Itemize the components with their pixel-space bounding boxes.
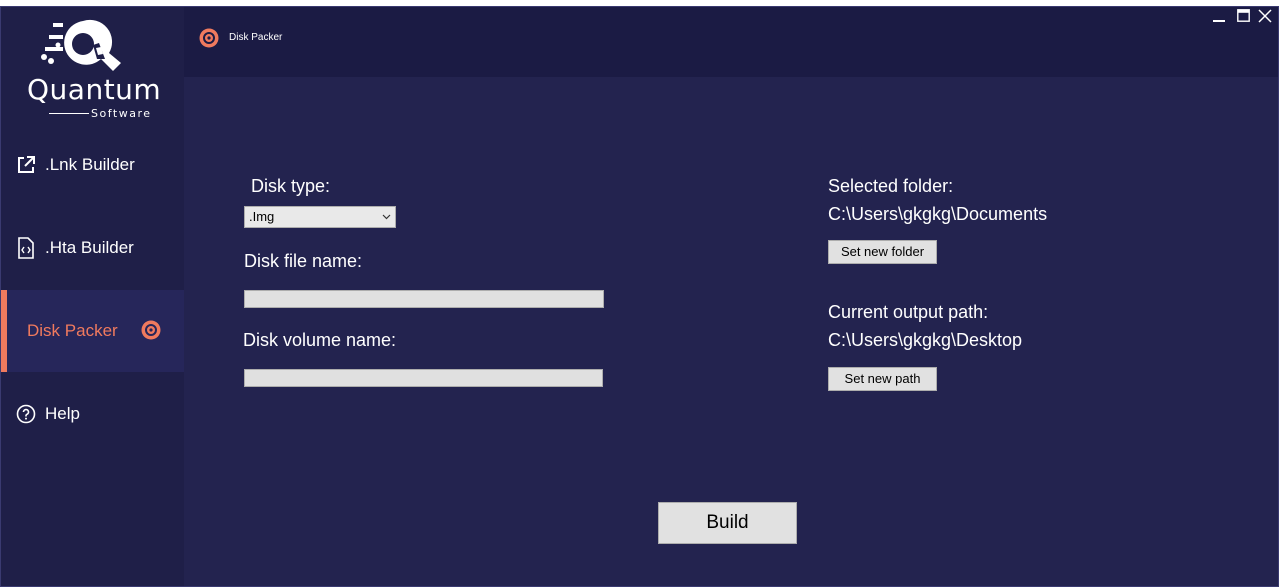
sidebar-item-help[interactable]: Help bbox=[1, 373, 184, 455]
disk-type-value: .Img bbox=[249, 209, 275, 224]
brand-name: Quantum bbox=[27, 73, 162, 106]
sidebar-item-label: Disk Packer bbox=[27, 321, 118, 340]
chevron-down-icon bbox=[382, 207, 391, 234]
selected-folder-path: C:\Users\gkgkg\Documents bbox=[828, 204, 1048, 224]
set-new-folder-button[interactable]: Set new folder bbox=[828, 240, 937, 264]
app-window: Quantum Software .Lnk Builder .Hta Build… bbox=[0, 6, 1279, 587]
minimize-icon[interactable] bbox=[1213, 9, 1225, 25]
sidebar: Quantum Software .Lnk Builder .Hta Build… bbox=[1, 7, 184, 586]
disk-volume-name-input[interactable] bbox=[244, 369, 603, 387]
close-icon[interactable] bbox=[1258, 9, 1272, 25]
main-panel: Disk type: .Img Disk file name: Disk vol… bbox=[184, 77, 1278, 586]
disc-icon bbox=[199, 28, 219, 53]
sidebar-item-label: Help bbox=[45, 404, 80, 423]
quantum-q-icon bbox=[41, 19, 121, 71]
title-bar: Disk Packer bbox=[184, 7, 1278, 77]
output-path-value: C:\Users\gkgkg\Desktop bbox=[828, 330, 1023, 350]
code-file-icon bbox=[15, 237, 37, 259]
brand-subtitle: Software bbox=[91, 107, 152, 120]
set-new-path-button[interactable]: Set new path bbox=[828, 367, 937, 391]
help-circle-icon bbox=[15, 403, 37, 425]
maximize-icon[interactable] bbox=[1237, 9, 1250, 24]
disk-type-label: Disk type: bbox=[251, 176, 331, 196]
sidebar-item-hta-builder[interactable]: .Hta Builder bbox=[1, 207, 184, 289]
brand-divider bbox=[49, 113, 89, 114]
disk-file-name-input[interactable] bbox=[244, 290, 604, 308]
disk-volume-name-label: Disk volume name: bbox=[243, 330, 397, 350]
selected-folder-label: Selected folder: bbox=[828, 176, 954, 196]
sidebar-item-lnk-builder[interactable]: .Lnk Builder bbox=[1, 124, 184, 206]
sidebar-item-label: .Hta Builder bbox=[45, 238, 134, 257]
disk-type-select[interactable]: .Img bbox=[244, 206, 396, 228]
quantum-logo: Quantum Software bbox=[23, 15, 163, 120]
disc-icon bbox=[141, 320, 161, 345]
output-path-label: Current output path: bbox=[828, 302, 989, 322]
build-button[interactable]: Build bbox=[658, 502, 797, 544]
sidebar-item-disk-packer[interactable]: Disk Packer bbox=[1, 290, 184, 372]
active-indicator bbox=[1, 290, 7, 372]
disk-file-name-label: Disk file name: bbox=[244, 251, 363, 271]
page-title: Disk Packer bbox=[229, 32, 283, 43]
external-link-icon bbox=[15, 154, 37, 176]
sidebar-item-label: .Lnk Builder bbox=[45, 155, 135, 174]
